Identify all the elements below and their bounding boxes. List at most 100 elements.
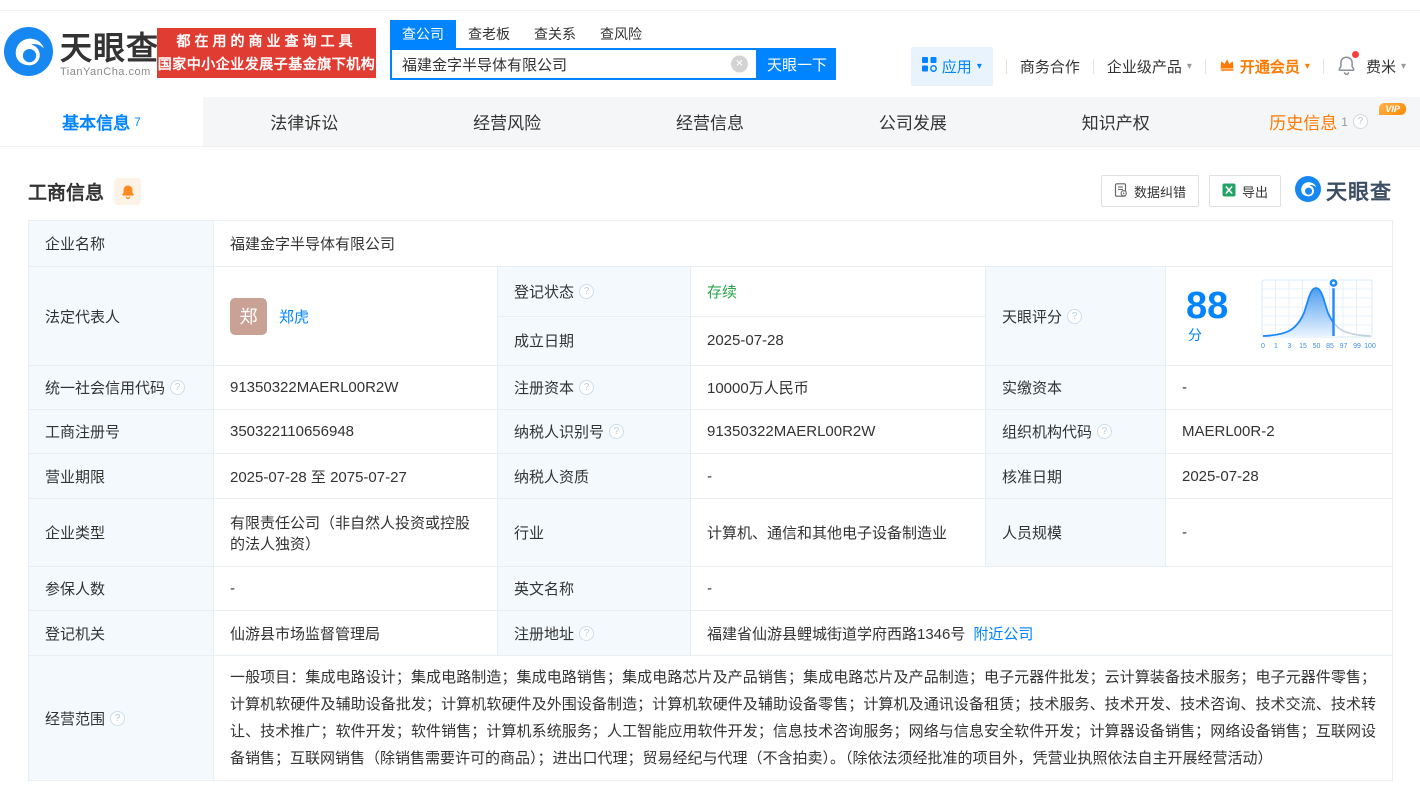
enterprise-products-menu[interactable]: 企业级产品 ▾ <box>1107 56 1192 77</box>
section-header: 工商信息 数据纠错 <box>28 175 1392 207</box>
svg-text:15: 15 <box>1299 343 1307 350</box>
taxpayer-id-value: 91350322MAERL00R2W <box>691 410 986 454</box>
crown-icon <box>1219 58 1235 75</box>
business-cooperation-link[interactable]: 商务合作 <box>1020 56 1080 77</box>
svg-text:0: 0 <box>1261 343 1265 350</box>
data-correction-button[interactable]: 数据纠错 <box>1101 175 1199 207</box>
insured-count-value: - <box>214 567 498 611</box>
promo-line2: 国家中小企业发展子基金旗下机构 <box>157 53 376 76</box>
search-button[interactable]: 天眼一下 <box>758 48 836 80</box>
avatar[interactable]: 郑 <box>230 298 267 335</box>
header-nav: 应用 ▾ 商务合作 企业级产品 ▾ 开通会员 ▾ <box>911 47 1406 86</box>
svg-text:50: 50 <box>1313 343 1321 350</box>
brand-domain: TianYanCha.com <box>60 66 159 78</box>
search-input[interactable] <box>392 50 756 78</box>
search-tabs: 查公司 查老板 查关系 查风险 <box>390 20 836 48</box>
subscribe-bell-icon[interactable] <box>114 178 141 205</box>
tab-basic-info[interactable]: 基本信息 7 <box>0 97 203 146</box>
tianyancha-swirl-icon <box>1295 176 1321 207</box>
field-label: 参保人数 <box>29 567 214 611</box>
help-icon[interactable]: ? <box>579 380 594 395</box>
open-vip-menu[interactable]: 开通会员 ▾ <box>1219 56 1310 77</box>
divider <box>1205 59 1206 74</box>
field-label: 英文名称 <box>498 567 691 611</box>
divider <box>1323 59 1324 74</box>
field-label: 天眼评分? <box>986 267 1166 366</box>
field-label: 法定代表人 <box>29 267 214 366</box>
tab-history-info[interactable]: VIP 历史信息 1 ? <box>1217 97 1420 146</box>
watermark-logo: 天眼查 <box>1295 176 1392 207</box>
svg-text:3: 3 <box>1288 343 1292 350</box>
tab-intellectual-property[interactable]: 知识产权 <box>1014 97 1217 146</box>
field-label: 注册地址? <box>498 611 691 656</box>
help-icon[interactable]: ? <box>1067 309 1082 324</box>
help-icon[interactable]: ? <box>609 424 624 439</box>
field-label: 企业名称 <box>29 221 214 267</box>
svg-text:1: 1 <box>1274 343 1278 350</box>
tab-legal-litigation[interactable]: 法律诉讼 <box>203 97 406 146</box>
paid-capital-value: - <box>1166 366 1393 410</box>
notifications-bell-icon[interactable] <box>1337 55 1356 79</box>
legal-rep-cell: 郑 郑虎 <box>214 267 498 366</box>
clear-search-icon[interactable]: ✕ <box>731 56 748 73</box>
company-name-value: 福建金字半导体有限公司 <box>214 221 1393 267</box>
reg-authority-value: 仙游县市场监督管理局 <box>214 611 498 656</box>
vip-badge: VIP <box>1379 103 1406 115</box>
field-label: 企业类型 <box>29 499 214 567</box>
score-value: 88 <box>1186 285 1228 327</box>
english-name-value: - <box>691 567 1393 611</box>
site-logo[interactable]: 天眼查 TianYanCha.com <box>4 27 159 81</box>
user-menu[interactable]: 费米 ▾ <box>1366 56 1406 77</box>
export-button[interactable]: 导出 <box>1209 175 1281 207</box>
search-tab-boss[interactable]: 查老板 <box>456 20 522 48</box>
legal-rep-link[interactable]: 郑虎 <box>279 306 309 327</box>
apps-menu[interactable]: 应用 ▾ <box>911 47 993 86</box>
help-icon[interactable]: ? <box>1097 424 1112 439</box>
tab-operation-info[interactable]: 经营信息 <box>609 97 812 146</box>
watermark-brand: 天眼查 <box>1326 176 1392 206</box>
credit-code-value: 91350322MAERL00R2W <box>214 366 498 410</box>
tab-company-development[interactable]: 公司发展 <box>811 97 1014 146</box>
table-row: 登记机关 仙游县市场监督管理局 注册地址? 福建省仙游县鲤城街道学府西路1346… <box>29 611 1393 656</box>
tianyancha-swirl-icon <box>4 27 53 81</box>
header-search: 查公司 查老板 查关系 查风险 ✕ 天眼一下 <box>390 20 836 80</box>
svg-text:100: 100 <box>1364 343 1376 350</box>
field-label: 工商注册号 <box>29 410 214 454</box>
table-row: 工商注册号 350322110656948 纳税人识别号? 91350322MA… <box>29 410 1393 454</box>
help-icon[interactable]: ? <box>579 284 594 299</box>
search-tab-company[interactable]: 查公司 <box>390 20 456 48</box>
promo-banner: 都在用的商业查询工具 国家中小企业发展子基金旗下机构 <box>157 28 376 78</box>
table-row: 企业名称 福建金字半导体有限公司 <box>29 221 1393 267</box>
help-icon[interactable]: ? <box>110 711 125 726</box>
nearby-companies-link[interactable]: 附近公司 <box>973 626 1033 643</box>
reg-status-value: 存续 <box>691 267 986 317</box>
approval-date-value: 2025-07-28 <box>1166 454 1393 499</box>
taxpayer-quality-value: - <box>691 454 986 499</box>
reg-address-value: 福建省仙游县鲤城街道学府西路1346号 <box>707 626 965 643</box>
help-icon[interactable]: ? <box>170 380 185 395</box>
staff-size-value: - <box>1166 499 1393 567</box>
apps-label: 应用 <box>942 56 972 77</box>
org-code-value: MAERL00R-2 <box>1166 410 1393 454</box>
reg-capital-value: 10000万人民币 <box>691 366 986 410</box>
tab-count: 1 <box>1341 115 1348 129</box>
help-icon[interactable]: ? <box>1353 114 1368 129</box>
score-cell: 88分 <box>1166 267 1393 366</box>
field-label: 注册资本? <box>498 366 691 410</box>
field-label: 营业期限 <box>29 454 214 499</box>
tab-operation-risk[interactable]: 经营风险 <box>406 97 609 146</box>
business-scope-cell: 一般项目：集成电路设计；集成电路制造；集成电路销售；集成电路芯片及产品销售；集成… <box>214 656 1393 781</box>
field-label: 核准日期 <box>986 454 1166 499</box>
tab-count: 7 <box>134 115 141 129</box>
business-info-table: 企业名称 福建金字半导体有限公司 法定代表人 郑 郑虎 登记状态? 存续 天眼评… <box>28 220 1393 781</box>
excel-export-icon <box>1222 183 1236 200</box>
svg-text:97: 97 <box>1340 343 1348 350</box>
field-label: 行业 <box>498 499 691 567</box>
company-tabbar: 基本信息 7 法律诉讼 经营风险 经营信息 公司发展 知识产权 VIP 历史信息… <box>0 97 1420 147</box>
table-row: 法定代表人 郑 郑虎 登记状态? 存续 天眼评分? 88分 <box>29 267 1393 317</box>
search-tab-relation[interactable]: 查关系 <box>522 20 588 48</box>
help-icon[interactable]: ? <box>579 626 594 641</box>
search-tab-risk[interactable]: 查风险 <box>588 20 654 48</box>
username: 费米 <box>1366 56 1396 77</box>
field-label: 纳税人资质 <box>498 454 691 499</box>
